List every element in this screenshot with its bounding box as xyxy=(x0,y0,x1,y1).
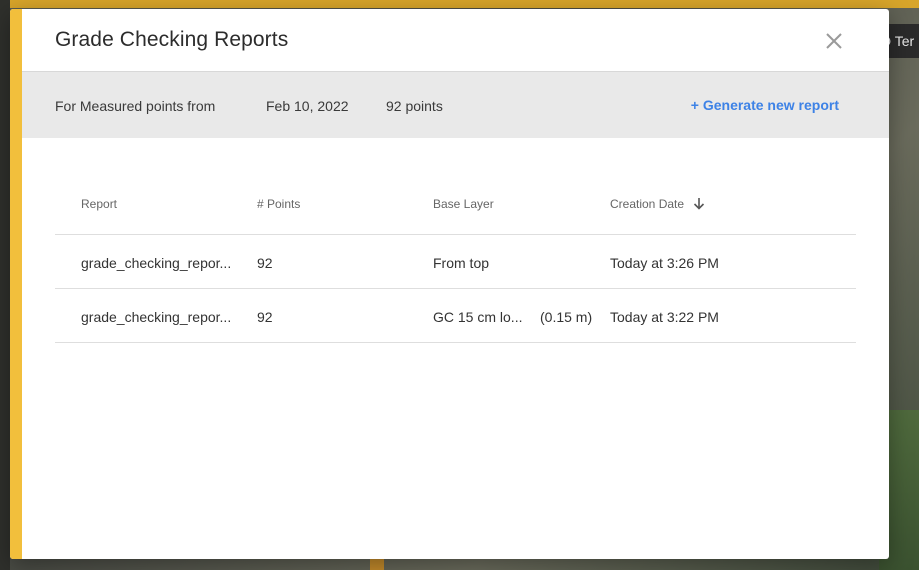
table-row[interactable]: grade_checking_repor... 92 GC 15 cm lo..… xyxy=(55,289,856,343)
arrow-down-icon xyxy=(694,198,705,210)
generate-new-report-button[interactable]: + Generate new report xyxy=(691,97,839,113)
report-creation-date: Today at 3:22 PM xyxy=(610,309,719,325)
header-base-layer[interactable]: Base Layer xyxy=(433,197,494,211)
dialog-title: Grade Checking Reports xyxy=(55,28,289,51)
report-base-layer: From top xyxy=(433,255,490,271)
dialog-accent-bar xyxy=(10,9,22,559)
report-creation-date: Today at 3:26 PM xyxy=(610,255,719,271)
left-dark-bar xyxy=(0,0,10,570)
points-count: 92 points xyxy=(386,98,443,114)
report-points: 92 xyxy=(257,255,273,271)
measured-points-label: For Measured points from xyxy=(55,98,216,114)
map-orange-marker xyxy=(370,558,384,570)
report-name: grade_checking_repor... xyxy=(81,255,232,271)
measured-date: Feb 10, 2022 xyxy=(266,98,349,114)
report-base-layer-offset: (0.15 m) xyxy=(540,309,593,325)
report-name: grade_checking_repor... xyxy=(81,309,232,325)
top-yellow-strip xyxy=(0,0,919,8)
dialog-header: Grade Checking Reports xyxy=(22,9,889,72)
report-base-layer: GC 15 cm lo... xyxy=(433,309,523,325)
header-points[interactable]: # Points xyxy=(257,197,300,211)
table-header: Report # Points Base Layer Creation Date xyxy=(55,179,856,235)
grade-checking-reports-dialog: Grade Checking Reports For Measured poin… xyxy=(10,9,889,559)
close-button[interactable] xyxy=(823,30,845,52)
header-creation-date-label: Creation Date xyxy=(610,197,685,211)
table-row[interactable]: grade_checking_repor... 92 From top Toda… xyxy=(55,235,856,289)
reports-table: Report # Points Base Layer Creation Date… xyxy=(55,179,856,343)
header-creation-date[interactable]: Creation Date xyxy=(610,197,705,211)
header-report[interactable]: Report xyxy=(81,197,117,211)
report-points: 92 xyxy=(257,309,273,325)
measured-points-info-bar: For Measured points from Feb 10, 2022 92… xyxy=(22,72,889,138)
close-icon xyxy=(826,33,842,49)
